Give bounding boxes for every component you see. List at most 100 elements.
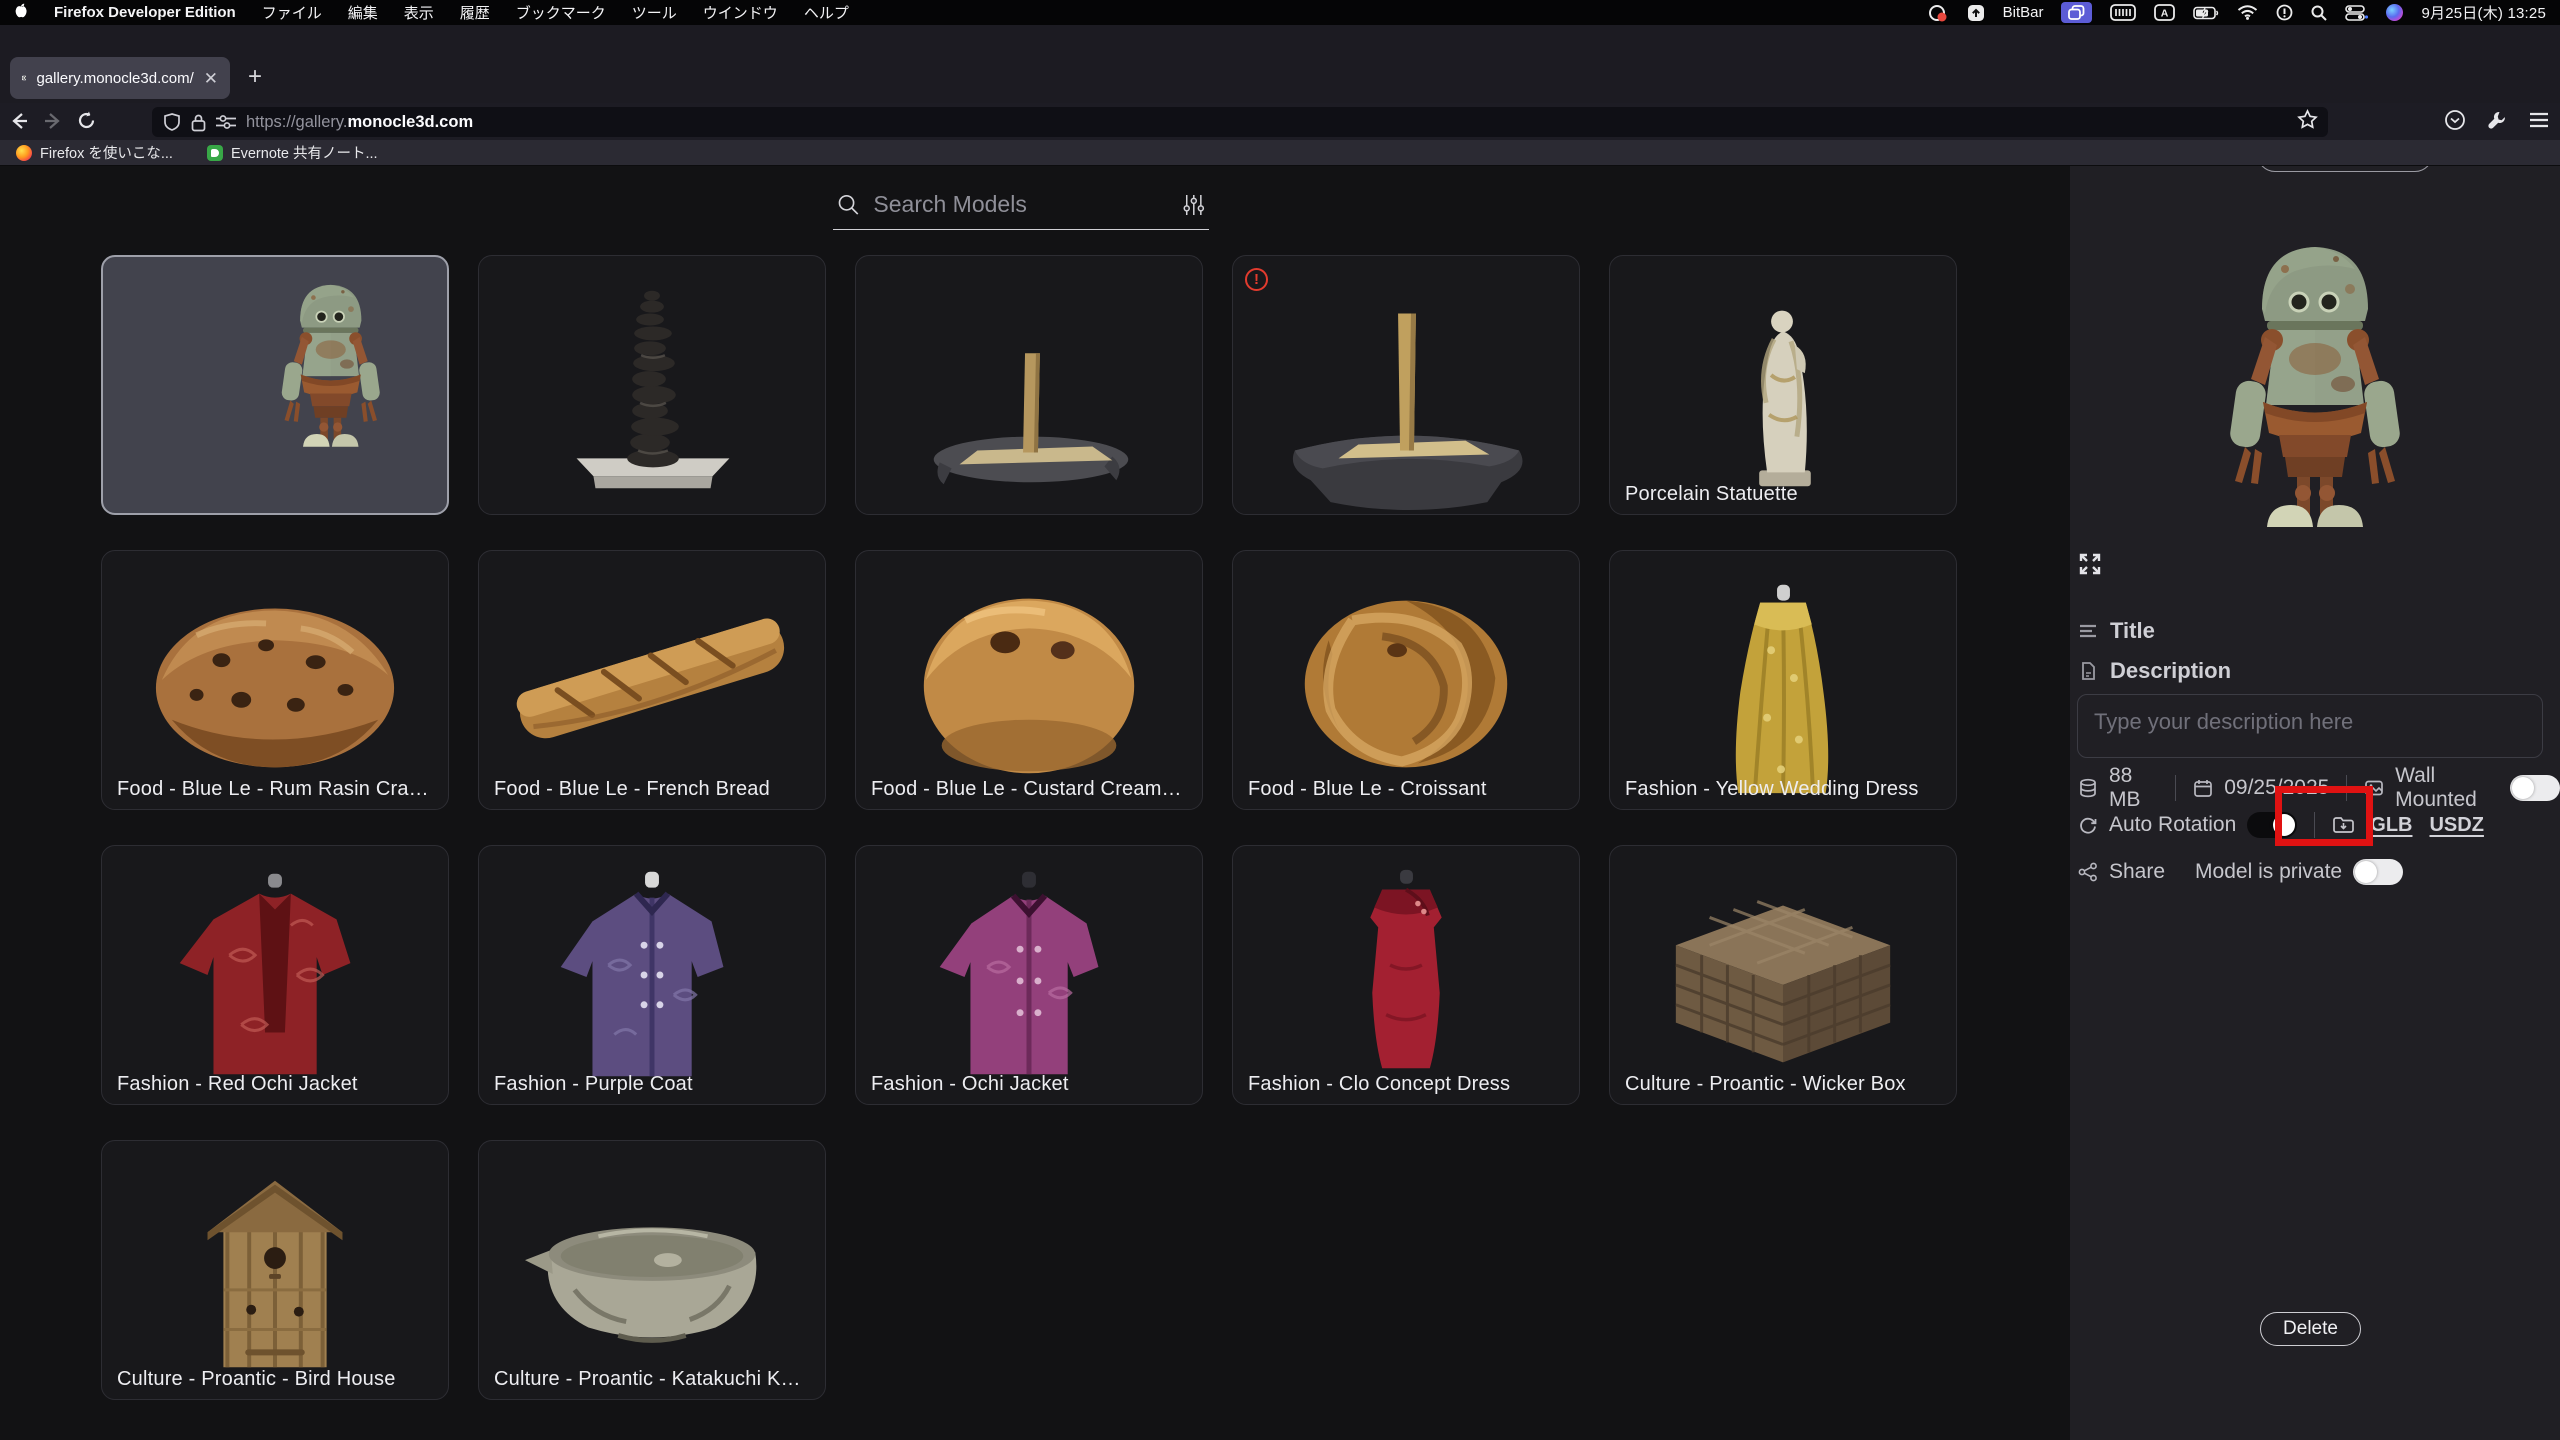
statusbar-siri-icon[interactable] (2386, 4, 2403, 21)
meta-row-3: Share Model is private (2078, 859, 2403, 885)
tab-close-icon[interactable]: ✕ (204, 70, 218, 87)
model-tile-porcelain-statuette[interactable]: Porcelain Statuette (1609, 255, 1957, 515)
share-label[interactable]: Share (2109, 860, 2165, 884)
bookmark-item-evernote[interactable]: Evernote 共有ノート... (207, 142, 378, 163)
model-tile-katakuchi-bowl[interactable]: Culture - Proantic - Katakuchi K… (478, 1140, 826, 1400)
menu-bookmarks[interactable]: ブックマーク (516, 2, 606, 23)
katakuchi-bowl-thumbnail (479, 1141, 825, 1399)
bookmark-star-icon[interactable] (2297, 109, 2318, 135)
model-tile-spiral-sculpture[interactable] (478, 255, 826, 515)
model-private-toggle[interactable] (2353, 859, 2403, 885)
auto-rotation-label: Auto Rotation (2109, 813, 2236, 837)
statusbar-battery-icon[interactable] (2193, 6, 2219, 20)
clo-dress-thumbnail (1233, 846, 1579, 1104)
warning-icon: ! (1245, 268, 1268, 291)
auto-rotation-icon (2078, 815, 2098, 835)
bookmark-item-firefox[interactable]: Firefox を使いこな... (16, 142, 173, 163)
model-title: Fashion - Red Ochi Jacket (117, 1073, 358, 1096)
menu-edit[interactable]: 編集 (348, 2, 378, 23)
statusbar-capture-icon[interactable] (1967, 4, 1985, 22)
statusbar-datetime[interactable]: 9月25日(木) 13:25 (2421, 2, 2546, 23)
model-title: Food - Blue Le - French Bread (494, 778, 770, 801)
search-input[interactable] (873, 191, 1169, 218)
menu-app-name[interactable]: Firefox Developer Edition (54, 4, 236, 21)
back-button[interactable] (8, 110, 30, 137)
browser-tab[interactable]: gallery.monocle3d.com/ ✕ (10, 57, 230, 99)
statusbar-alert-icon[interactable] (2276, 4, 2293, 21)
url-text[interactable]: https://gallery.monocle3d.com (246, 113, 473, 132)
url-scheme: https://gallery. (246, 113, 348, 131)
model-tile-ochi-jacket[interactable]: Fashion - Ochi Jacket (855, 845, 1203, 1105)
model-tile-bird-house[interactable]: Culture - Proantic - Bird House (101, 1140, 449, 1400)
divider (2175, 775, 2176, 801)
model-tile-red-ochi-jacket[interactable]: Fashion - Red Ochi Jacket (101, 845, 449, 1105)
download-glb-link[interactable]: GLB (2370, 814, 2412, 837)
model-tile-french-bread[interactable]: Food - Blue Le - French Bread (478, 550, 826, 810)
document-icon (2078, 661, 2098, 681)
statusbar-app-icon[interactable] (1928, 4, 1949, 22)
wall-mounted-label: Wall Mounted (2395, 764, 2499, 812)
statusbar-input-source-icon[interactable]: A (2154, 4, 2175, 21)
browser-navbar: https://gallery.monocle3d.com (0, 103, 2560, 140)
model-title: Food - Blue Le - Custard Cream… (871, 778, 1182, 801)
apple-menu-icon[interactable] (14, 2, 28, 23)
url-bar[interactable]: https://gallery.monocle3d.com (152, 107, 2328, 137)
model-tile-robot[interactable] (101, 255, 449, 515)
filter-sliders-icon[interactable] (1183, 191, 1205, 219)
devtools-wrench-icon[interactable] (2486, 109, 2508, 136)
macos-menu-bar: Firefox Developer Edition ファイル 編集 表示 履歴 … (0, 0, 2560, 25)
screen: Firefox Developer Edition ファイル 編集 表示 履歴 … (0, 0, 2560, 1440)
menu-history[interactable]: 履歴 (460, 2, 490, 23)
forward-button[interactable] (42, 110, 64, 137)
new-tab-button[interactable]: + (248, 65, 262, 89)
statusbar-barcode-icon[interactable] (2110, 4, 2136, 21)
wood-stand-tall-thumbnail (1233, 256, 1579, 514)
reload-button[interactable] (76, 110, 97, 136)
model-tile-custard-bread[interactable]: Food - Blue Le - Custard Cream… (855, 550, 1203, 810)
rum-raisin-bread-thumbnail (102, 551, 448, 809)
ochi-jacket-thumbnail (856, 846, 1202, 1104)
lock-icon[interactable] (191, 113, 206, 132)
wicker-box-thumbnail (1610, 846, 1956, 1104)
model-tile-clo-dress[interactable]: Fashion - Clo Concept Dress (1232, 845, 1580, 1105)
model-3d-preview[interactable] (2215, 208, 2415, 545)
menu-window[interactable]: ウインドウ (703, 2, 778, 23)
clipped-top-button[interactable] (2257, 166, 2433, 172)
statusbar-windows-icon-active[interactable] (2061, 2, 2092, 23)
tab-title: gallery.monocle3d.com/ (36, 70, 193, 87)
menu-view[interactable]: 表示 (404, 2, 434, 23)
model-title: Culture - Proantic - Bird House (117, 1368, 396, 1391)
model-tile-yellow-dress[interactable]: Fashion - Yellow Wedding Dress (1609, 550, 1957, 810)
shield-icon[interactable] (162, 112, 182, 132)
hamburger-menu-icon[interactable] (2528, 111, 2550, 134)
download-usdz-link[interactable]: USDZ (2429, 814, 2483, 837)
wall-mounted-toggle[interactable] (2510, 775, 2560, 801)
tab-favicon (22, 69, 26, 87)
fullscreen-expand-icon[interactable] (2078, 552, 2102, 581)
spiral-sculpture-thumbnail (479, 256, 825, 514)
model-tile-wood-stand-tall[interactable]: ! (1232, 255, 1580, 515)
statusbar-control-center-icon[interactable] (2345, 5, 2368, 21)
delete-button[interactable]: Delete (2260, 1312, 2361, 1346)
description-input[interactable] (2077, 694, 2543, 758)
menu-file[interactable]: ファイル (262, 2, 322, 23)
menu-tools[interactable]: ツール (632, 2, 677, 23)
menu-help[interactable]: ヘルプ (804, 2, 849, 23)
statusbar-search-icon[interactable] (2311, 5, 2327, 21)
model-tile-rum-raisin-bread[interactable]: Food - Blue Le - Rum Rasin Cra… (101, 550, 449, 810)
statusbar-wifi-icon[interactable] (2237, 5, 2258, 20)
model-title: Fashion - Yellow Wedding Dress (1625, 778, 1919, 801)
file-size-value: 88 MB (2109, 764, 2158, 812)
model-title: Fashion - Clo Concept Dress (1248, 1073, 1510, 1096)
permissions-icon[interactable] (215, 114, 237, 130)
share-icon (2078, 862, 2098, 882)
model-tile-wicker-box[interactable]: Culture - Proantic - Wicker Box (1609, 845, 1957, 1105)
description-label: Description (2110, 658, 2231, 684)
statusbar-bitbar-label[interactable]: BitBar (2003, 4, 2044, 21)
model-tile-purple-coat[interactable]: Fashion - Purple Coat (478, 845, 826, 1105)
pocket-icon[interactable] (2444, 109, 2466, 136)
model-tile-croissant[interactable]: Food - Blue Le - Croissant (1232, 550, 1580, 810)
model-tile-wood-stand[interactable] (855, 255, 1203, 515)
svg-text:A: A (2161, 8, 2169, 20)
description-row: Description (2078, 658, 2231, 684)
